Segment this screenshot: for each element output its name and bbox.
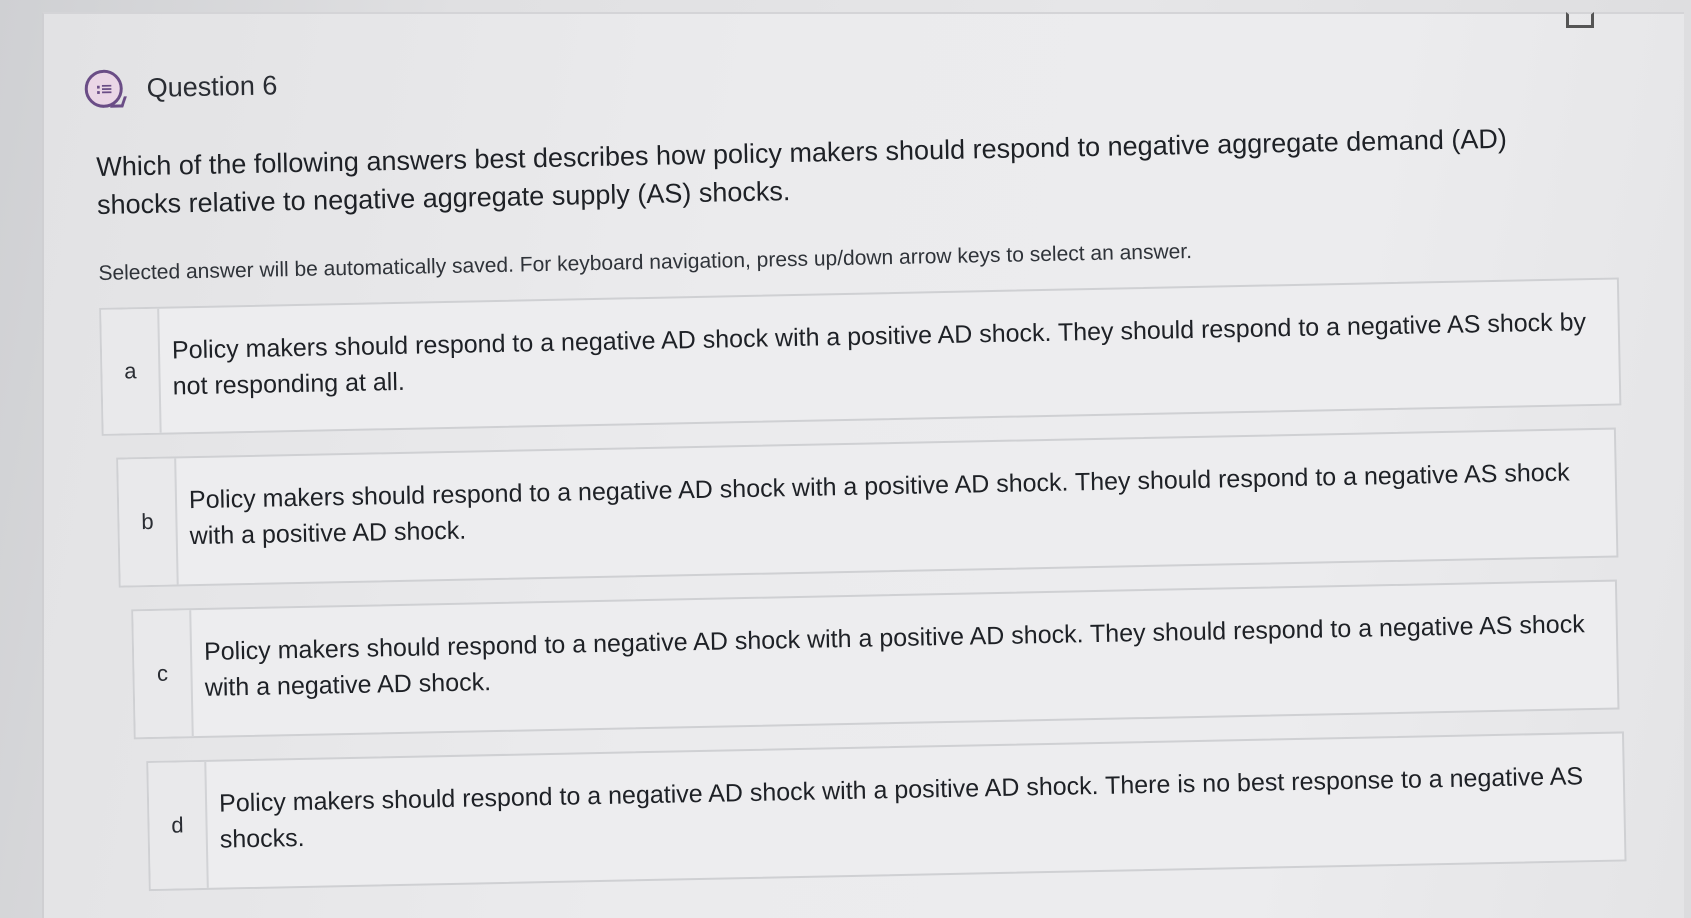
screen: :≡ Question 6 Which of the following ans… bbox=[0, 0, 1691, 918]
question-header: :≡ Question 6 bbox=[84, 39, 1654, 109]
choice-letter: c bbox=[133, 610, 194, 738]
question-title: Question 6 bbox=[146, 69, 278, 103]
instruction-hint: Selected answer will be automatically sa… bbox=[98, 240, 1193, 285]
choice-letter: d bbox=[148, 761, 209, 890]
question-content: :≡ Question 6 Which of the following ans… bbox=[84, 21, 1671, 914]
choice-letter: b bbox=[118, 458, 179, 586]
choice-text: Policy makers should respond to a negati… bbox=[171, 308, 1587, 401]
choice-d[interactable]: d Policy makers should respond to a nega… bbox=[146, 731, 1627, 892]
question-card: :≡ Question 6 Which of the following ans… bbox=[42, 12, 1684, 918]
choice-a[interactable]: a Policy makers should respond to a nega… bbox=[99, 277, 1622, 436]
choice-text: Policy makers should respond to a negati… bbox=[203, 610, 1585, 702]
list-bubble-icon: :≡ bbox=[84, 69, 124, 109]
choice-c[interactable]: c Policy makers should respond to a nega… bbox=[131, 579, 1620, 740]
choice-text: Policy makers should respond to a negati… bbox=[218, 762, 1584, 854]
answer-choices: a Policy makers should respond to a nega… bbox=[99, 277, 1630, 892]
choice-letter: a bbox=[101, 308, 162, 434]
question-text: Which of the following answers best desc… bbox=[96, 123, 1508, 220]
choice-b[interactable]: b Policy makers should respond to a nega… bbox=[116, 427, 1619, 588]
choice-text: Policy makers should respond to a negati… bbox=[188, 458, 1570, 551]
